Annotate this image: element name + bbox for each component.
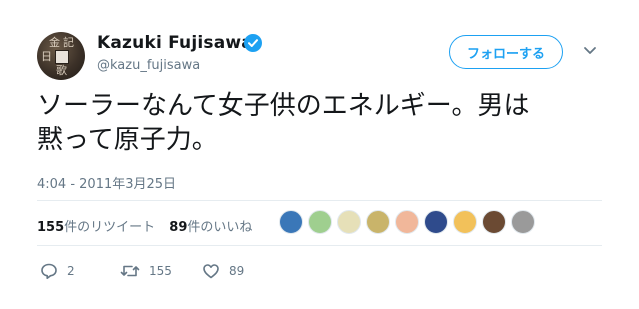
liker-avatar[interactable] <box>337 210 361 234</box>
avatar[interactable]: 金 記 日 歌 <box>37 32 85 80</box>
heart-icon <box>203 264 219 279</box>
tweet-text-line: 黙って原子力。 <box>37 125 218 155</box>
tweet-stats: 155件のリツイート 89件のいいね <box>37 216 252 235</box>
likes-stat[interactable]: 89件のいいね <box>169 216 252 235</box>
like-count: 89 <box>229 264 245 278</box>
chevron-down-icon[interactable] <box>583 46 597 56</box>
retweets-stat[interactable]: 155件のリツイート <box>37 216 155 235</box>
liker-avatar[interactable] <box>308 210 332 234</box>
reply-count: 2 <box>67 264 75 278</box>
liker-avatar[interactable] <box>366 210 390 234</box>
likes-count: 89 <box>169 220 188 235</box>
tweet-timestamp[interactable]: 4:04 - 2011年3月25日 <box>37 173 176 192</box>
retweet-icon <box>120 265 140 277</box>
coin-hole <box>55 50 69 64</box>
reply-icon <box>41 263 57 279</box>
liker-avatar[interactable] <box>424 210 448 234</box>
liker-avatar[interactable] <box>482 210 506 234</box>
divider <box>37 200 602 201</box>
avatar-glyph: 日 <box>41 50 52 63</box>
user-handle[interactable]: @kazu_fujisawa <box>97 58 200 73</box>
retweets-count: 155 <box>37 220 65 235</box>
tweet-card: 金 記 日 歌 Kazuki Fujisawa @kazu_fujisawa フ… <box>0 0 639 309</box>
reply-button[interactable]: 2 <box>40 262 75 280</box>
liker-avatar[interactable] <box>511 210 535 234</box>
tweet-text-line: ソーラーなんて女子供のエネルギー。男は <box>37 91 530 121</box>
liker-avatar[interactable] <box>453 210 477 234</box>
divider <box>37 245 602 246</box>
retweet-button[interactable]: 155 <box>120 262 172 280</box>
checkmark-icon <box>248 39 258 47</box>
retweet-count: 155 <box>149 264 172 278</box>
verified-badge-icon <box>244 34 262 52</box>
like-button[interactable]: 89 <box>202 262 244 280</box>
retweets-label: 件のリツイート <box>64 220 156 235</box>
likes-label: 件のいいね <box>187 220 253 235</box>
avatar-glyph: 記 <box>63 36 74 49</box>
avatar-glyph: 金 <box>49 36 60 49</box>
display-name[interactable]: Kazuki Fujisawa <box>97 33 253 53</box>
liker-avatar[interactable] <box>279 210 303 234</box>
tweet-text: ソーラーなんて女子供のエネルギー。男は 黙って原子力。 <box>37 89 597 157</box>
follow-button[interactable]: フォローする <box>449 35 563 69</box>
liker-avatar[interactable] <box>395 210 419 234</box>
avatar-glyph: 歌 <box>56 64 67 77</box>
